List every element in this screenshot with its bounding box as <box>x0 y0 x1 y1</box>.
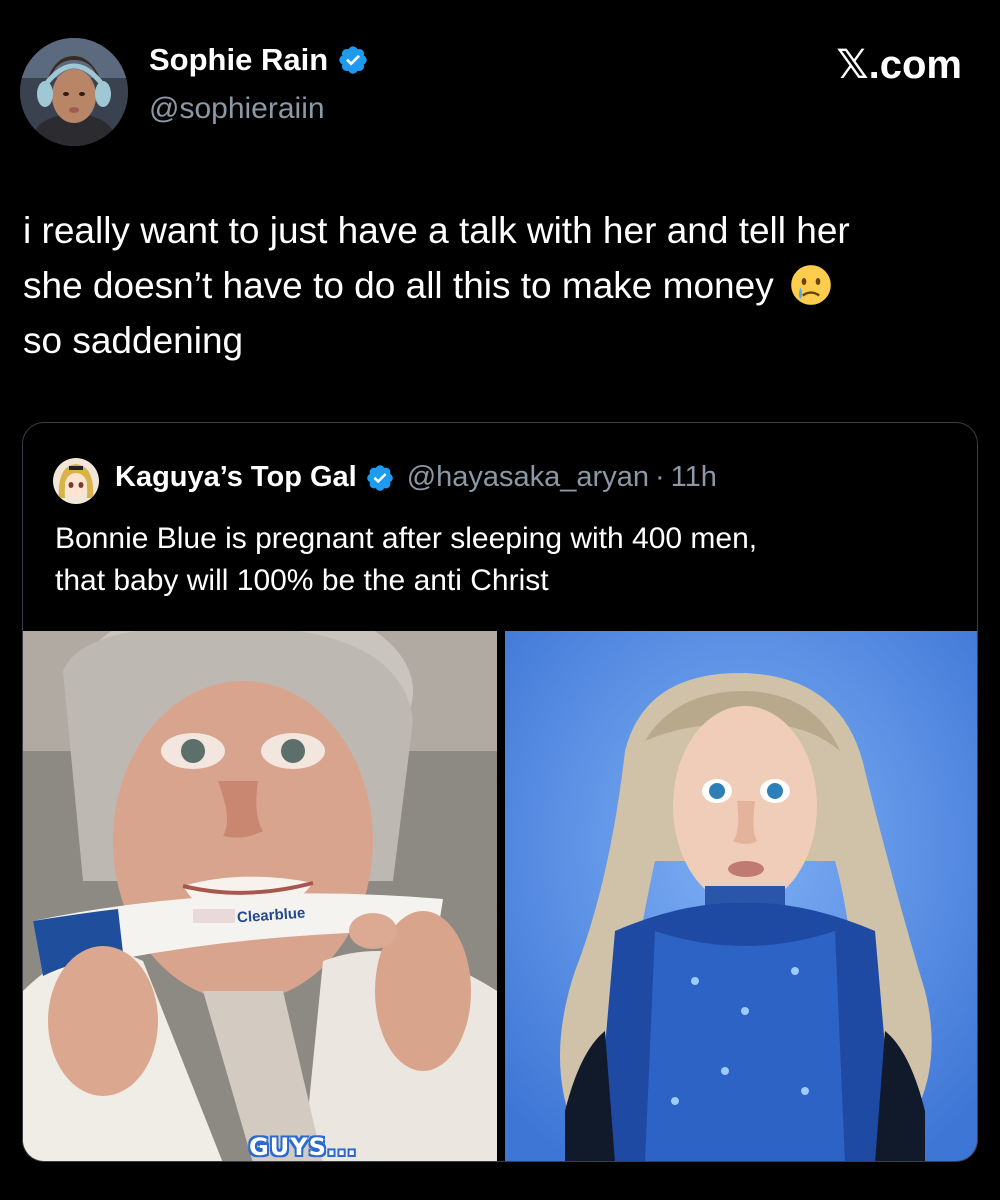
media-image-left[interactable]: Clearblue GUYS... <box>23 631 497 1161</box>
tweet-line-with-emoji: she doesn’t have to do all this to make … <box>23 258 973 313</box>
tweet-text: i really want to just have a talk with h… <box>23 203 973 368</box>
separator-dot: · <box>654 461 665 493</box>
video-caption: GUYS... <box>249 1133 358 1161</box>
x-brand: 𝕏.com <box>836 42 962 88</box>
quoted-tweet-line: that baby will 100% be the anti Christ <box>55 564 549 597</box>
author-avatar[interactable] <box>20 38 128 146</box>
quoted-author-handle[interactable]: @hayasaka_aryan <box>407 461 649 494</box>
quoted-tweet-header: Kaguya’s Top Gal @hayasaka_aryan · 11h <box>115 461 717 494</box>
media-image-right[interactable] <box>505 631 977 1161</box>
portrait-photo-icon <box>505 631 977 1161</box>
x-logo-text: 𝕏.com <box>836 43 962 87</box>
quoted-author-avatar[interactable] <box>53 458 99 504</box>
quoted-tweet-line: Bonnie Blue is pregnant after sleeping w… <box>55 522 758 555</box>
author-handle[interactable]: @sophieraiin <box>149 92 325 126</box>
author-name-row[interactable]: Sophie Rain <box>149 42 369 78</box>
avatar-photo-icon <box>20 38 128 146</box>
verified-badge-icon <box>339 46 367 74</box>
tweet-line: she doesn’t have to do all this to make … <box>23 265 774 306</box>
quoted-author-name[interactable]: Kaguya’s Top Gal <box>115 461 357 494</box>
pregnancy-test-photo-icon <box>23 631 497 1161</box>
tweet-line: so saddening <box>23 320 244 361</box>
tweet-line: i really want to just have a talk with h… <box>23 210 850 251</box>
quoted-tweet-text: Bonnie Blue is pregnant after sleeping w… <box>55 518 955 602</box>
quoted-tweet-time[interactable]: 11h <box>671 461 717 494</box>
author-name[interactable]: Sophie Rain <box>149 42 328 78</box>
quoted-tweet-card[interactable]: Kaguya’s Top Gal @hayasaka_aryan · 11h B… <box>22 422 978 1162</box>
crying-face-emoji-icon <box>791 265 831 305</box>
anime-avatar-icon <box>53 458 99 504</box>
verified-badge-icon <box>366 464 393 491</box>
